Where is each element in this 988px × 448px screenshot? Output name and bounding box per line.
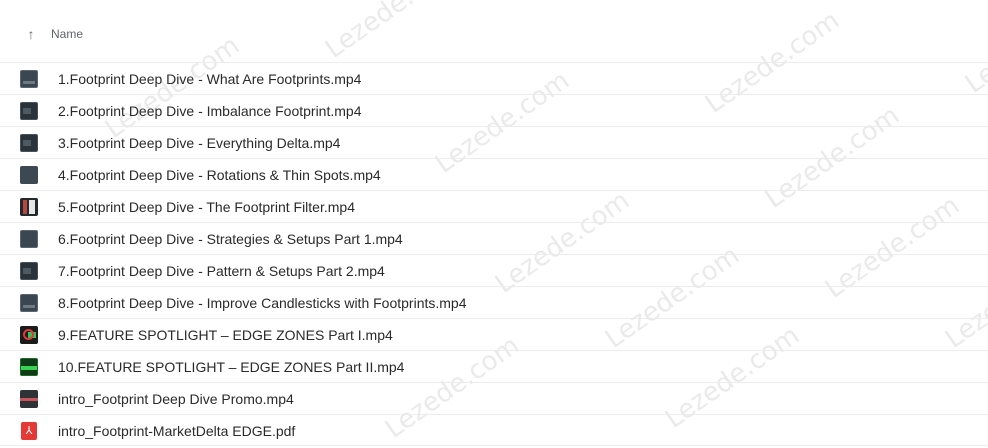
video-thumbnail-icon: [20, 326, 38, 344]
file-name[interactable]: 9.FEATURE SPOTLIGHT – EDGE ZONES Part I.…: [58, 327, 393, 343]
video-thumbnail-icon: [20, 230, 38, 248]
video-thumbnail-icon: [20, 262, 38, 280]
file-name[interactable]: 5.Footprint Deep Dive - The Footprint Fi…: [58, 199, 355, 215]
file-row[interactable]: 5.Footprint Deep Dive - The Footprint Fi…: [0, 190, 988, 222]
file-name[interactable]: intro_Footprint Deep Dive Promo.mp4: [58, 391, 294, 407]
file-row[interactable]: 9.FEATURE SPOTLIGHT – EDGE ZONES Part I.…: [0, 318, 988, 350]
file-row[interactable]: 10.FEATURE SPOTLIGHT – EDGE ZONES Part I…: [0, 350, 988, 382]
name-column-header[interactable]: Name: [51, 26, 83, 42]
file-name[interactable]: 6.Footprint Deep Dive - Strategies & Set…: [58, 231, 403, 247]
video-thumbnail-icon: [20, 390, 38, 408]
file-name[interactable]: 8.Footprint Deep Dive - Improve Candlest…: [58, 295, 467, 311]
video-thumbnail-icon: [20, 70, 38, 88]
file-row[interactable]: 2.Footprint Deep Dive - Imbalance Footpr…: [0, 94, 988, 126]
file-row[interactable]: 7.Footprint Deep Dive - Pattern & Setups…: [0, 254, 988, 286]
video-thumbnail-icon: [20, 294, 38, 312]
file-name[interactable]: 2.Footprint Deep Dive - Imbalance Footpr…: [58, 103, 361, 119]
file-name[interactable]: 3.Footprint Deep Dive - Everything Delta…: [58, 135, 340, 151]
file-row[interactable]: 4.Footprint Deep Dive - Rotations & Thin…: [0, 158, 988, 190]
file-row[interactable]: ⅄ intro_Footprint-MarketDelta EDGE.pdf: [0, 414, 988, 446]
video-thumbnail-icon: [20, 166, 38, 184]
file-list: 1.Footprint Deep Dive - What Are Footpri…: [0, 62, 988, 446]
file-row[interactable]: 3.Footprint Deep Dive - Everything Delta…: [0, 126, 988, 158]
file-name[interactable]: 4.Footprint Deep Dive - Rotations & Thin…: [58, 167, 381, 183]
file-row[interactable]: intro_Footprint Deep Dive Promo.mp4: [0, 382, 988, 414]
file-name[interactable]: 1.Footprint Deep Dive - What Are Footpri…: [58, 71, 361, 87]
file-name[interactable]: 7.Footprint Deep Dive - Pattern & Setups…: [58, 263, 385, 279]
file-name[interactable]: 10.FEATURE SPOTLIGHT – EDGE ZONES Part I…: [58, 359, 404, 375]
file-row[interactable]: 8.Footprint Deep Dive - Improve Candlest…: [0, 286, 988, 318]
video-thumbnail-icon: [20, 198, 38, 216]
column-header: ↑ Name: [0, 16, 988, 52]
video-thumbnail-icon: [20, 102, 38, 120]
video-thumbnail-icon: [20, 134, 38, 152]
pdf-icon: ⅄: [20, 422, 38, 440]
file-row[interactable]: 6.Footprint Deep Dive - Strategies & Set…: [0, 222, 988, 254]
file-name[interactable]: intro_Footprint-MarketDelta EDGE.pdf: [58, 423, 295, 439]
file-row[interactable]: 1.Footprint Deep Dive - What Are Footpri…: [0, 62, 988, 94]
video-thumbnail-icon: [20, 358, 38, 376]
arrow-up-icon[interactable]: ↑: [24, 26, 38, 42]
